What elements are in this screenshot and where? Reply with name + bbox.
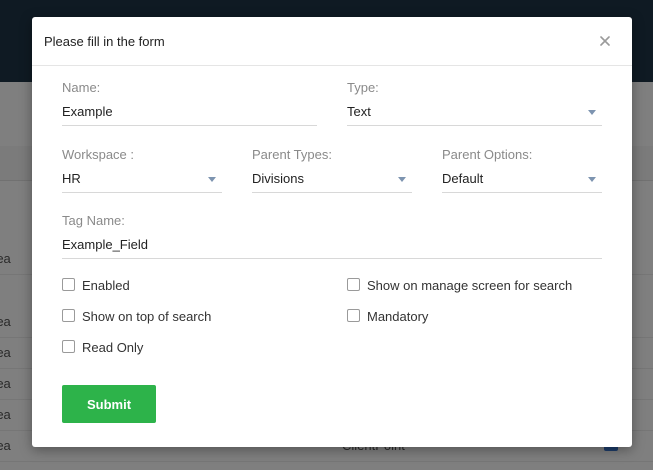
tag-name-label: Tag Name: — [62, 213, 125, 228]
enabled-label[interactable]: Enabled — [82, 278, 130, 293]
name-label: Name: — [62, 80, 101, 95]
submit-button[interactable]: Submit — [62, 385, 156, 423]
name-input[interactable]: Example — [62, 104, 113, 119]
show-top-label[interactable]: Show on top of search — [82, 309, 211, 324]
parent-options-select[interactable]: Parent Options: Default — [442, 147, 602, 195]
type-select[interactable]: Type: Text — [347, 80, 602, 128]
parent-options-value[interactable]: Default — [442, 171, 483, 186]
name-field[interactable]: Name: Example — [62, 80, 317, 128]
show-manage-checkbox-row[interactable]: Show on manage screen for search — [347, 277, 607, 295]
workspace-select[interactable]: Workspace : HR — [62, 147, 222, 195]
name-underline — [62, 125, 317, 126]
chevron-down-icon[interactable] — [208, 177, 216, 182]
close-icon — [600, 36, 610, 46]
close-button[interactable] — [594, 30, 616, 52]
enabled-checkbox-row[interactable]: Enabled — [62, 277, 182, 295]
tag-name-underline — [62, 258, 602, 259]
mandatory-label[interactable]: Mandatory — [367, 309, 428, 324]
chevron-down-icon[interactable] — [398, 177, 406, 182]
mandatory-checkbox[interactable] — [347, 309, 360, 322]
workspace-underline — [62, 192, 222, 193]
enabled-checkbox[interactable] — [62, 278, 75, 291]
read-only-checkbox-row[interactable]: Read Only — [62, 339, 182, 357]
show-top-checkbox[interactable] — [62, 309, 75, 322]
read-only-checkbox[interactable] — [62, 340, 75, 353]
parent-types-label: Parent Types: — [252, 147, 332, 162]
show-manage-label[interactable]: Show on manage screen for search — [367, 278, 572, 293]
tag-name-input[interactable]: Example_Field — [62, 237, 148, 252]
type-underline — [347, 125, 602, 126]
workspace-label: Workspace : — [62, 147, 135, 162]
parent-types-value[interactable]: Divisions — [252, 171, 304, 186]
parent-types-select[interactable]: Parent Types: Divisions — [252, 147, 412, 195]
type-value[interactable]: Text — [347, 104, 371, 119]
parent-options-label: Parent Options: — [442, 147, 533, 162]
type-label: Type: — [347, 80, 379, 95]
read-only-label[interactable]: Read Only — [82, 340, 143, 355]
form-modal: Please fill in the form Name: Example Ty… — [32, 17, 632, 447]
mandatory-checkbox-row[interactable]: Mandatory — [347, 308, 467, 326]
modal-title: Please fill in the form — [44, 34, 165, 49]
chevron-down-icon[interactable] — [588, 177, 596, 182]
chevron-down-icon[interactable] — [588, 110, 596, 115]
modal-header: Please fill in the form — [32, 17, 632, 66]
show-top-checkbox-row[interactable]: Show on top of search — [62, 308, 242, 326]
parent-options-underline — [442, 192, 602, 193]
tag-name-field[interactable]: Tag Name: Example_Field — [62, 213, 602, 261]
show-manage-checkbox[interactable] — [347, 278, 360, 291]
workspace-value[interactable]: HR — [62, 171, 81, 186]
parent-types-underline — [252, 192, 412, 193]
